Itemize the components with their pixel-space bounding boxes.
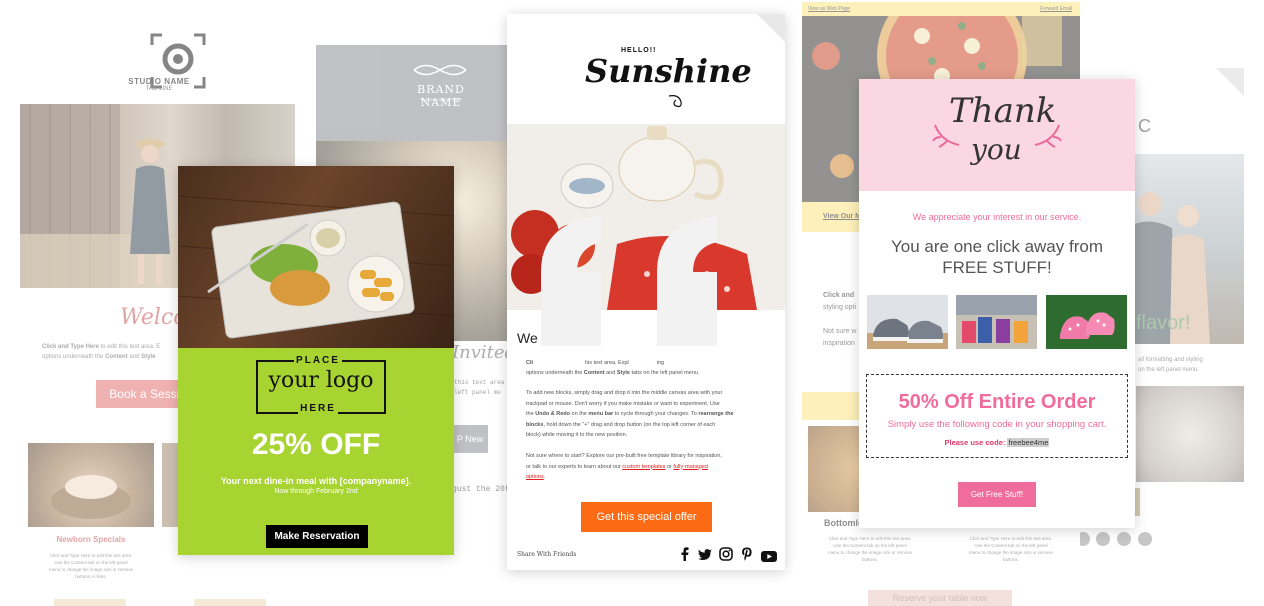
coupon-code[interactable]: freebee4me xyxy=(1007,438,1050,447)
special-offer-button[interactable]: Get this special offer xyxy=(581,502,712,532)
thankyou-headline-2: FREE STUFF! xyxy=(942,258,1052,277)
ornament-icon xyxy=(410,59,470,81)
coupon-code-line: Please use code: freebee4me xyxy=(944,438,1050,447)
brand-logo-tagline: TAGLINE GOES HERE xyxy=(420,97,462,102)
view-web-link[interactable]: View as Web Page xyxy=(808,6,850,12)
pizza-body: Click and styling opti Not sure w inspirati… xyxy=(823,292,857,347)
logo-placeholder-bottom: HERE xyxy=(298,403,338,414)
templates-showcase: STUDIO NAME TAG LINE Welcom Click and Ty… xyxy=(0,0,1264,606)
brand-button[interactable]: P New xyxy=(452,425,488,453)
sunshine-template[interactable]: HELLO!! Sunshine We Cli his text area. E… xyxy=(507,14,785,570)
youtube-icon-faded[interactable] xyxy=(1138,532,1152,546)
thankyou-script-2: you xyxy=(971,133,1022,166)
swirl-icon xyxy=(667,92,691,110)
newborn-caption-body: Click and Type Here to edit this text ar… xyxy=(48,553,134,579)
options-link[interactable]: options xyxy=(526,474,544,480)
brand-logo-title: BRAND NAME xyxy=(417,83,465,109)
couple-logo: C xyxy=(1138,116,1151,136)
coupon-offer: 50% Off Entire Order xyxy=(898,391,1096,413)
page-fold-right xyxy=(1216,68,1244,96)
sunshine-paragraph-1: Cli his text area. Expl ing options undern… xyxy=(526,360,700,376)
make-reservation-button[interactable]: Make Reservation xyxy=(266,525,368,548)
appreciate-text: We appreciate your interest in our servi… xyxy=(912,212,1082,222)
sunshine-paragraph-3: Not sure where to start? Explore our pre… xyxy=(526,453,722,480)
quote-icon xyxy=(537,212,747,346)
logo-placeholder-main: your logo xyxy=(268,368,374,393)
twitter-icon-faded[interactable] xyxy=(1080,532,1090,546)
bottomless-caption: Bottomle xyxy=(824,518,863,528)
get-free-stuff-button[interactable]: Get Free Stuff! xyxy=(958,482,1036,507)
studio-logo-title: STUDIO NAME xyxy=(128,77,190,86)
kids-shoes-photo xyxy=(956,295,1037,349)
couple-heading: flavor! xyxy=(1136,312,1191,334)
fish-and-chips-photo xyxy=(178,166,454,348)
newborn-caption: Newborn Specials xyxy=(56,535,126,544)
offer-date: Now through February 2nd xyxy=(274,488,358,495)
fully-managed-link[interactable]: fully-managed xyxy=(673,464,708,470)
brand-body: this text area left panel me xyxy=(454,379,505,396)
second-button[interactable] xyxy=(194,599,266,606)
newborn-button[interactable] xyxy=(54,599,126,606)
pink-sneakers-photo xyxy=(1046,295,1127,349)
forward-email-link[interactable]: Forward Email xyxy=(1040,6,1072,12)
view-menu-link[interactable]: View Our M xyxy=(823,213,861,220)
sunshine-script-logo: Sunshine xyxy=(585,52,752,90)
discount-headline: 25% OFF xyxy=(251,428,381,461)
facebook-icon[interactable] xyxy=(679,547,691,561)
pinterest-icon-faded[interactable] xyxy=(1117,532,1131,546)
brand-footer: gust the 20t xyxy=(452,485,510,494)
bottomless-caption-body: Click and Type Here to edit this text ar… xyxy=(827,536,913,562)
newborn-photo xyxy=(28,443,154,527)
sneakers-photo-1 xyxy=(867,295,948,349)
share-label: Share With Friends xyxy=(517,551,577,558)
second-caption-body: Click and Type Here to edit this text ar… xyxy=(968,536,1054,562)
thankyou-template[interactable]: Thank you We appreciate your interest in… xyxy=(859,79,1135,528)
instagram-icon-faded[interactable] xyxy=(1096,532,1110,546)
page-fold xyxy=(757,14,785,42)
sunshine-paragraph-2: To add new blocks, simply drag and drop … xyxy=(526,390,734,438)
sunshine-heading: We xyxy=(517,330,538,346)
custom-templates-link[interactable]: custom templates xyxy=(622,464,665,470)
woman-photo xyxy=(1136,386,1244,482)
couple-body: all formatting and styling on the left pa… xyxy=(1138,357,1203,373)
logo-placeholder-top: PLACE xyxy=(294,355,342,366)
coupon-subtext: Simply use the following code in your sh… xyxy=(887,419,1107,430)
twitter-icon[interactable] xyxy=(698,548,712,560)
instagram-icon[interactable] xyxy=(719,547,733,561)
leaf-right-icon xyxy=(1033,119,1063,149)
thankyou-headline-1: You are one click away from xyxy=(891,237,1103,256)
reserve-table-button[interactable]: Reserve your table now xyxy=(868,590,1012,606)
youtube-icon[interactable] xyxy=(761,549,777,562)
pinterest-icon[interactable] xyxy=(741,547,753,561)
restaurant-template[interactable]: PLACE your logo HERE 25% OFF Your next d… xyxy=(178,166,454,555)
studio-logo-tagline: TAG LINE xyxy=(145,86,173,92)
offer-subline: Your next dine-in meal with [companyname… xyxy=(220,476,412,486)
leaf-left-icon xyxy=(931,119,961,149)
